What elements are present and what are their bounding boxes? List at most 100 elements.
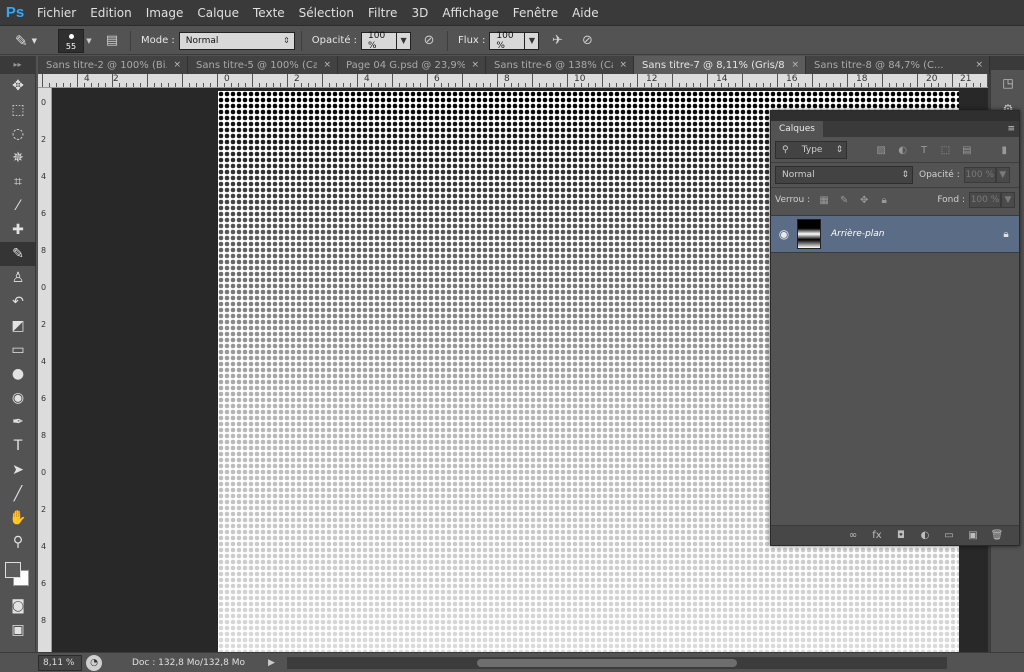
menu-image[interactable]: Image xyxy=(139,0,191,26)
status-menu-arrow-icon[interactable]: ▶ xyxy=(268,658,275,668)
ruler-tick xyxy=(245,83,246,87)
move-tool-icon[interactable]: ✥ xyxy=(0,74,36,98)
healing-brush-tool-icon[interactable]: ✚ xyxy=(0,218,36,242)
horizontal-scrollbar[interactable] xyxy=(286,656,947,669)
close-icon[interactable]: × xyxy=(975,60,983,70)
new-group-icon[interactable]: ▭ xyxy=(937,530,961,541)
blur-tool-icon[interactable]: ● xyxy=(0,362,36,386)
menu-fenetre[interactable]: Fenêtre xyxy=(506,0,565,26)
line-tool-icon[interactable]: ╱ xyxy=(0,482,36,506)
mode-select[interactable]: Normal ⇕ xyxy=(178,31,295,50)
delete-layer-icon[interactable]: 🗑︎ xyxy=(985,530,1009,541)
close-icon[interactable]: × xyxy=(173,60,181,70)
airbrush-icon[interactable]: ✈ xyxy=(545,30,569,52)
menu-selection[interactable]: Sélection xyxy=(292,0,361,26)
lock-transparency-icon[interactable]: ▦ xyxy=(814,191,834,209)
gradient-tool-icon[interactable]: ▭ xyxy=(0,338,36,362)
lasso-tool-icon[interactable]: ◌ xyxy=(0,122,36,146)
flow-dropdown-icon[interactable]: ▼ xyxy=(525,31,540,50)
tab-sans-titre-8[interactable]: Sans titre-8 @ 84,7% (C... × xyxy=(806,56,990,74)
history-panel-icon[interactable]: ◳ xyxy=(991,70,1024,96)
filter-pixel-icon[interactable]: ▨ xyxy=(871,141,892,159)
status-info-icon[interactable]: ◔ xyxy=(86,654,102,671)
lock-pixels-icon[interactable]: ✎ xyxy=(834,191,854,209)
tools-panel-grip[interactable]: ▸▸ xyxy=(0,56,35,74)
fill-input[interactable]: 100 % xyxy=(969,192,1001,208)
new-layer-icon[interactable]: ▣ xyxy=(961,530,985,541)
horizontal-ruler[interactable]: 4 2 0 2 4 6 8 10 12 14 16 18 20 21 xyxy=(38,74,988,88)
type-tool-icon[interactable]: T xyxy=(0,434,36,458)
zoom-tool-icon[interactable]: ⚲ xyxy=(0,530,36,554)
close-icon[interactable]: × xyxy=(791,60,799,70)
eyedropper-tool-icon[interactable]: ⁄ xyxy=(0,194,36,218)
layer-name[interactable]: Arrière-plan xyxy=(831,229,993,239)
menu-3d[interactable]: 3D xyxy=(404,0,435,26)
visibility-eye-icon[interactable]: ◉ xyxy=(771,227,797,241)
tab-sans-titre-5[interactable]: Sans titre-5 @ 100% (Ca... × xyxy=(188,56,338,74)
tab-sans-titre-2[interactable]: Sans titre-2 @ 100% (Bi... × xyxy=(38,56,188,74)
menu-aide[interactable]: Aide xyxy=(565,0,606,26)
pressure-size-icon[interactable]: ⊘ xyxy=(575,30,599,52)
filter-type-icon[interactable]: T xyxy=(913,141,934,159)
link-layers-icon[interactable]: ∞ xyxy=(841,530,865,541)
magic-wand-tool-icon[interactable]: ✵ xyxy=(0,146,36,170)
layers-panel-titlebar[interactable] xyxy=(771,111,1019,121)
blend-mode-select[interactable]: Normal ⇕ xyxy=(775,166,913,184)
foreground-color-swatch[interactable] xyxy=(5,562,21,578)
panel-dock-grip[interactable] xyxy=(991,56,1024,70)
fill-dropdown-icon[interactable]: ▼ xyxy=(1001,192,1015,208)
lock-all-icon[interactable]: 🔒︎ xyxy=(874,191,894,209)
vertical-ruler[interactable]: 0 2 4 6 8 0 2 4 6 8 0 2 4 6 8 xyxy=(38,88,52,652)
filter-type-select[interactable]: ⚲ Type ⇕ xyxy=(775,141,848,159)
pen-tool-icon[interactable]: ✒ xyxy=(0,410,36,434)
ruler-tick xyxy=(399,83,400,87)
path-selection-tool-icon[interactable]: ➤ xyxy=(0,458,36,482)
clone-stamp-tool-icon[interactable]: ♙ xyxy=(0,266,36,290)
close-icon[interactable]: × xyxy=(471,60,479,70)
menu-affichage[interactable]: Affichage xyxy=(435,0,505,26)
adjustment-layer-icon[interactable]: ◐ xyxy=(913,530,937,541)
brush-preset-dropdown-icon[interactable]: ▼ xyxy=(84,37,94,45)
ruler-tick xyxy=(819,83,820,87)
filter-shape-icon[interactable]: ⬚ xyxy=(935,141,956,159)
quick-mask-icon[interactable]: ◙ xyxy=(0,594,36,618)
lock-position-icon[interactable]: ✥ xyxy=(854,191,874,209)
layer-opacity-input[interactable]: 100 % xyxy=(963,167,996,183)
layer-style-fx-icon[interactable]: fx xyxy=(865,530,889,541)
menu-edition[interactable]: Edition xyxy=(83,0,139,26)
layer-opacity-dropdown-icon[interactable]: ▼ xyxy=(995,167,1010,183)
menu-texte[interactable]: Texte xyxy=(246,0,292,26)
menu-filtre[interactable]: Filtre xyxy=(361,0,404,26)
flow-input[interactable]: 100 % xyxy=(489,31,526,51)
add-mask-icon[interactable]: ◘ xyxy=(889,530,913,541)
opacity-input[interactable]: 100 % xyxy=(361,31,398,51)
layer-row-arriere-plan[interactable]: ◉ Arrière-plan 🔒︎ xyxy=(771,215,1019,253)
panel-menu-icon[interactable]: ≡ xyxy=(1007,124,1019,134)
filter-toggle-icon[interactable]: ▮ xyxy=(994,141,1015,159)
history-brush-tool-icon[interactable]: ↶ xyxy=(0,290,36,314)
tab-sans-titre-6[interactable]: Sans titre-6 @ 138% (Ca... × xyxy=(486,56,634,74)
zoom-input[interactable]: 8,11 % xyxy=(38,654,82,671)
tab-calques[interactable]: Calques xyxy=(771,121,823,137)
menu-fichier[interactable]: Fichier xyxy=(30,0,83,26)
tab-sans-titre-7[interactable]: Sans titre-7 @ 8,11% (Gris/8) * × xyxy=(634,56,806,74)
brush-panel-toggle-icon[interactable]: ▤ xyxy=(100,30,124,52)
tab-page-04[interactable]: Page 04 G.psd @ 23,9%... × xyxy=(338,56,486,74)
horizontal-scroll-thumb[interactable] xyxy=(476,658,737,667)
opacity-dropdown-icon[interactable]: ▼ xyxy=(397,31,412,50)
close-icon[interactable]: × xyxy=(619,60,627,70)
dodge-tool-icon[interactable]: ◉ xyxy=(0,386,36,410)
close-icon[interactable]: × xyxy=(323,60,331,70)
brush-preset-picker[interactable]: 55 xyxy=(58,28,84,53)
hand-tool-icon[interactable]: ✋ xyxy=(0,506,36,530)
tool-preset-picker[interactable]: ✎ ▼ xyxy=(6,29,46,53)
menu-calque[interactable]: Calque xyxy=(190,0,246,26)
crop-tool-icon[interactable]: ⌗ xyxy=(0,170,36,194)
brush-tool-icon[interactable]: ✎ xyxy=(0,242,36,266)
filter-adjustment-icon[interactable]: ◐ xyxy=(892,141,913,159)
pressure-opacity-icon[interactable]: ⊘ xyxy=(417,30,441,52)
eraser-tool-icon[interactable]: ◩ xyxy=(0,314,36,338)
screen-mode-icon[interactable]: ▣ xyxy=(0,618,36,642)
filter-smartobject-icon[interactable]: ▤ xyxy=(956,141,977,159)
marquee-tool-icon[interactable]: ⬚ xyxy=(0,98,36,122)
